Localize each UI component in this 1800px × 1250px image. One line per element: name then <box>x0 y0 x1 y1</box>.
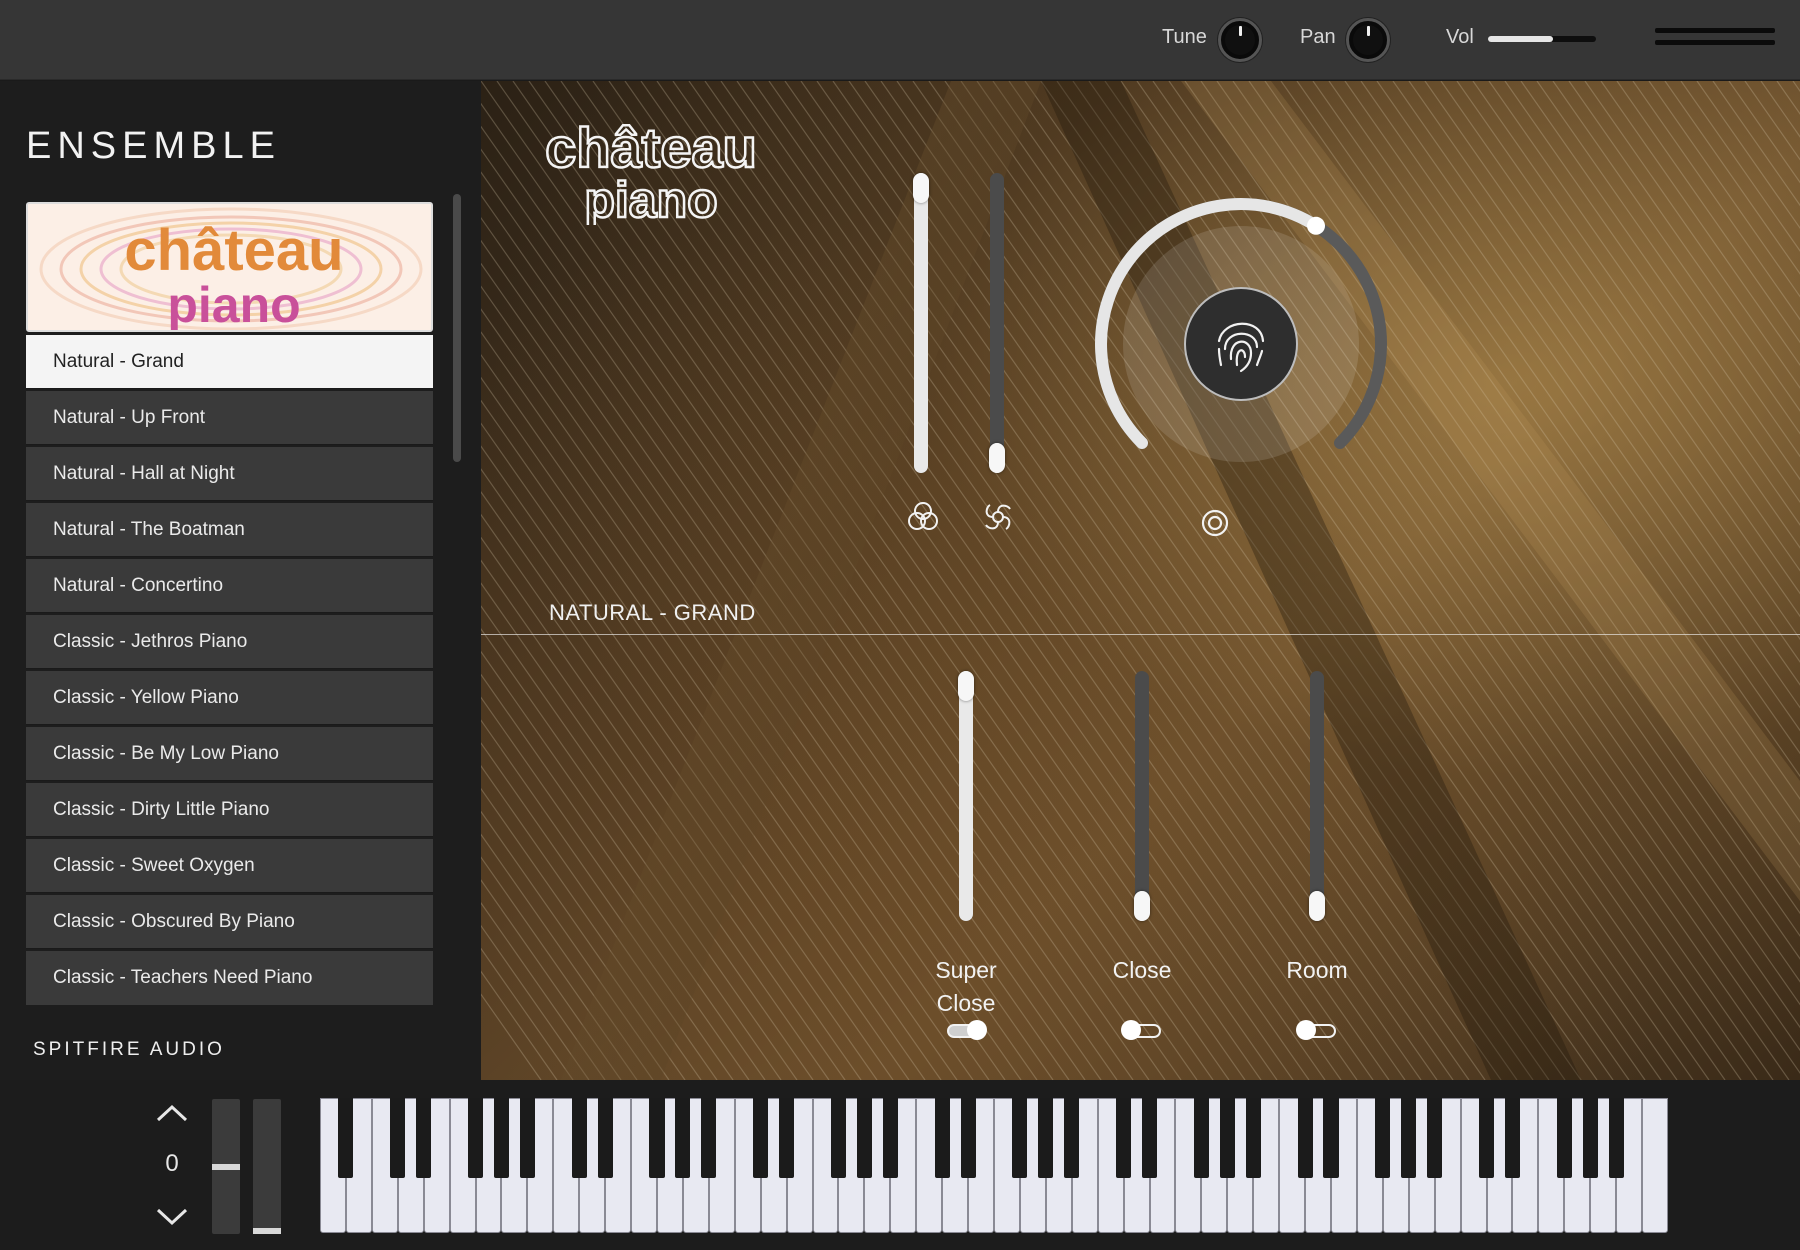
tune-label: Tune <box>1162 26 1207 48</box>
black-key[interactable] <box>1375 1098 1391 1178</box>
black-key[interactable] <box>1401 1098 1417 1178</box>
black-key[interactable] <box>960 1098 976 1178</box>
black-key[interactable] <box>390 1098 406 1178</box>
super-close-toggle[interactable] <box>947 1020 987 1040</box>
brand-name: SPITFIRE AUDIO <box>33 1039 225 1060</box>
close-slider[interactable] <box>1134 671 1150 921</box>
vol-label: Vol <box>1446 26 1474 48</box>
sidebar-divider <box>26 1003 433 1005</box>
black-key[interactable] <box>753 1098 769 1178</box>
tri-circles-icon <box>908 502 938 530</box>
chateau-piano-logo: château piano <box>544 115 758 225</box>
preset-item[interactable]: Natural - Concertino <box>26 559 433 613</box>
black-key[interactable] <box>1323 1098 1339 1178</box>
preset-item[interactable]: Classic - Teachers Need Piano <box>26 951 433 1005</box>
black-key[interactable] <box>1608 1098 1624 1178</box>
black-key[interactable] <box>701 1098 717 1178</box>
black-key[interactable] <box>493 1098 509 1178</box>
logo-line1: château <box>545 116 757 179</box>
black-key[interactable] <box>468 1098 484 1178</box>
chevron-up-icon[interactable] <box>155 1102 189 1126</box>
preset-scrollbar[interactable] <box>453 194 461 964</box>
piano-keyboard[interactable] <box>320 1098 1668 1233</box>
pan-label: Pan <box>1300 26 1336 48</box>
black-key[interactable] <box>830 1098 846 1178</box>
preset-item[interactable]: Classic - Obscured By Piano <box>26 895 433 949</box>
volume-slider[interactable] <box>1488 36 1596 42</box>
sidebar-title: ENSEMBLE <box>26 125 281 167</box>
volume-slider-fill <box>1488 36 1553 42</box>
black-key[interactable] <box>597 1098 613 1178</box>
preset-item[interactable]: Classic - Yellow Piano <box>26 671 433 725</box>
black-key[interactable] <box>416 1098 432 1178</box>
swirl-icon <box>985 504 1011 530</box>
art-logo-line2: piano <box>167 277 300 332</box>
preset-item[interactable]: Natural - Grand <box>26 335 433 389</box>
super-close-label: Super Close <box>935 957 997 1016</box>
black-key[interactable] <box>1193 1098 1209 1178</box>
preset-list: Natural - Grand Natural - Up Front Natural… <box>26 335 433 1007</box>
room-slider[interactable] <box>1309 671 1325 921</box>
pitch-wheel[interactable] <box>212 1099 240 1234</box>
texture-slider[interactable] <box>989 173 1005 473</box>
black-key[interactable] <box>1064 1098 1080 1178</box>
room-label: Room <box>1286 957 1348 983</box>
black-key[interactable] <box>1142 1098 1158 1178</box>
black-key[interactable] <box>571 1098 587 1178</box>
black-key[interactable] <box>779 1098 795 1178</box>
chevron-down-icon[interactable] <box>155 1204 189 1228</box>
white-key[interactable] <box>1642 1098 1668 1233</box>
black-key[interactable] <box>1582 1098 1598 1178</box>
black-key[interactable] <box>1504 1098 1520 1178</box>
black-key[interactable] <box>338 1098 354 1178</box>
sidebar: ENSEMBLE château piano Natural - Grand Na… <box>0 81 481 1080</box>
room-toggle[interactable] <box>1296 1020 1336 1040</box>
black-key[interactable] <box>1038 1098 1054 1178</box>
preset-item[interactable]: Natural - Up Front <box>26 391 433 445</box>
black-key[interactable] <box>519 1098 535 1178</box>
tune-knob[interactable] <box>1218 18 1262 62</box>
art-logo-line1: château <box>124 218 343 283</box>
preset-item[interactable]: Classic - Dirty Little Piano <box>26 783 433 837</box>
black-key[interactable] <box>882 1098 898 1178</box>
preset-item[interactable]: Classic - Be My Low Piano <box>26 727 433 781</box>
black-key[interactable] <box>1012 1098 1028 1178</box>
mod-wheel[interactable] <box>253 1099 281 1234</box>
patch-name: NATURAL - GRAND <box>549 600 756 625</box>
black-key[interactable] <box>934 1098 950 1178</box>
preset-artwork: château piano <box>26 202 433 332</box>
black-key[interactable] <box>675 1098 691 1178</box>
black-key[interactable] <box>1116 1098 1132 1178</box>
top-bar: Tune Pan Vol <box>0 0 1800 80</box>
hamburger-menu-icon[interactable] <box>1655 28 1775 52</box>
preset-item[interactable]: Classic - Sweet Oxygen <box>26 839 433 893</box>
black-key[interactable] <box>1245 1098 1261 1178</box>
main-panel: château piano NATURAL - GRAND Super Clos… <box>481 81 1800 1080</box>
black-key[interactable] <box>856 1098 872 1178</box>
preset-item[interactable]: Classic - Jethros Piano <box>26 615 433 669</box>
black-key[interactable] <box>1479 1098 1495 1178</box>
close-label: Close <box>1112 957 1172 983</box>
black-key[interactable] <box>1427 1098 1443 1178</box>
black-key[interactable] <box>1219 1098 1235 1178</box>
black-key[interactable] <box>649 1098 665 1178</box>
black-key[interactable] <box>1556 1098 1572 1178</box>
preset-item[interactable]: Natural - The Boatman <box>26 503 433 557</box>
preset-scrollbar-thumb[interactable] <box>453 194 461 462</box>
pan-knob[interactable] <box>1346 18 1390 62</box>
tone-slider[interactable] <box>913 173 929 473</box>
super-close-slider[interactable] <box>958 671 974 921</box>
close-toggle[interactable] <box>1121 1020 1161 1040</box>
preset-item[interactable]: Natural - Hall at Night <box>26 447 433 501</box>
chateau-piano-art-logo: château piano <box>28 204 431 332</box>
keyboard-area: 0 <box>0 1080 1800 1250</box>
octave-value: 0 <box>165 1150 179 1177</box>
expression-dial[interactable] <box>1041 169 1441 529</box>
black-key[interactable] <box>1297 1098 1313 1178</box>
logo-line2: piano <box>584 172 717 225</box>
section-divider <box>481 634 1800 635</box>
ring-target-icon <box>1201 509 1229 537</box>
